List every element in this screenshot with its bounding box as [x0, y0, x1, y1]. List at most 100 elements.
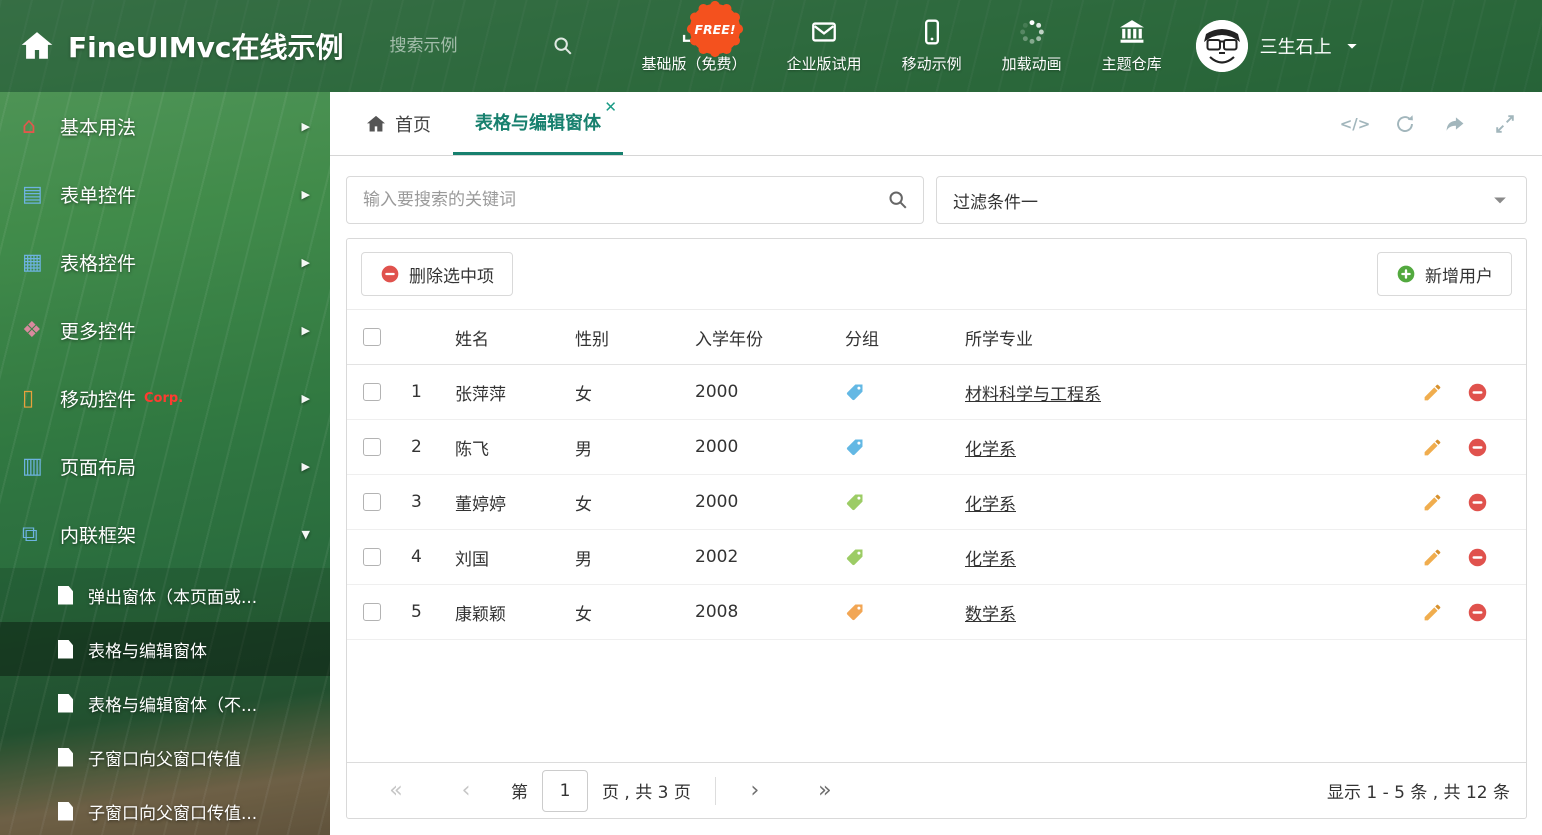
sidebar-submenu-item[interactable]: 表格与编辑窗体 — [0, 622, 330, 676]
delete-icon[interactable] — [1467, 547, 1488, 568]
record-summary: 显示 1 - 5 条 , 共 12 条 — [1326, 783, 1510, 803]
filter-dropdown[interactable]: 过滤条件一 — [936, 176, 1527, 224]
sidebar-menu-item[interactable]: ⧉ 内联框架 — [0, 500, 330, 568]
major-link[interactable]: 化学系 — [965, 435, 1016, 460]
sidebar-submenu-item[interactable]: 表格与编辑窗体（不... — [0, 676, 330, 730]
row-year: 2000 — [695, 492, 739, 512]
user-menu[interactable]: 三生石上 — [1195, 20, 1378, 72]
select-all-checkbox[interactable] — [363, 328, 381, 346]
major-link[interactable]: 材料科学与工程系 — [965, 380, 1101, 405]
home-logo-icon[interactable] — [20, 29, 54, 63]
spinner-icon — [1018, 18, 1046, 46]
sidebar-menu-item[interactable]: ⌂ 基本用法 — [0, 92, 330, 160]
table-row: 4 刘国 男 2002 化学系 — [347, 530, 1526, 585]
row-name: 陈飞 — [455, 439, 489, 460]
edit-icon[interactable] — [1422, 547, 1443, 568]
next-page-button[interactable]: › — [736, 779, 774, 802]
search-icon[interactable] — [552, 35, 574, 57]
row-checkbox[interactable] — [363, 603, 381, 621]
row-name: 康颖颖 — [455, 604, 506, 625]
plus-circle-icon — [1396, 264, 1416, 284]
keyword-input[interactable] — [347, 190, 923, 210]
sidebar-menu: ⌂ 基本用法 ▤ 表单控件 ▦ 表格控件 ❖ 更多控件 — [0, 92, 330, 568]
sidebar-menu-item[interactable]: ▥ 页面布局 — [0, 432, 330, 500]
sidebar-menu-item[interactable]: ▦ 表格控件 — [0, 228, 330, 296]
page-icon — [58, 585, 73, 605]
frame-icon: ⧉ — [22, 521, 38, 547]
major-link[interactable]: 数学系 — [965, 600, 1016, 625]
username: 三生石上 — [1259, 37, 1332, 58]
delete-icon[interactable] — [1467, 382, 1488, 403]
row-name: 刘国 — [455, 549, 489, 570]
major-link[interactable]: 化学系 — [965, 545, 1016, 570]
delete-selected-label: 删除选中项 — [409, 266, 494, 287]
edit-icon[interactable] — [1422, 492, 1443, 513]
header-nav-item[interactable]: 移动示例 — [902, 18, 962, 74]
header-nav-label: 加载动画 — [1001, 55, 1062, 73]
major-link[interactable]: 化学系 — [965, 490, 1016, 515]
grid-panel: 删除选中项 新增用户 姓名 性别 入学年份 分组 所学专业 1 张萍萍 女 20… — [346, 238, 1527, 819]
application-window: FineUIMvc在线示例 FREE! 基础版（免费） 企业 — [0, 0, 1542, 835]
delete-icon[interactable] — [1467, 437, 1488, 458]
page-icon — [58, 639, 73, 659]
layout-icon: ▥ — [22, 453, 43, 479]
sidebar: ⌂ 基本用法 ▤ 表单控件 ▦ 表格控件 ❖ 更多控件 — [0, 92, 330, 835]
tab-grid-edit-window[interactable]: 表格与编辑窗体 ✕ — [453, 92, 623, 155]
free-badge-label: FREE! — [694, 22, 735, 37]
row-checkbox[interactable] — [363, 493, 381, 511]
delete-icon[interactable] — [1467, 492, 1488, 513]
source-code-button[interactable]: </> — [1340, 113, 1371, 135]
close-icon[interactable]: ✕ — [604, 100, 617, 115]
row-index: 2 — [411, 437, 422, 457]
header-nav-item[interactable]: 加载动画 — [1002, 18, 1062, 74]
row-year: 2000 — [695, 437, 739, 457]
row-index: 5 — [411, 602, 422, 622]
edit-icon[interactable] — [1422, 382, 1443, 403]
sidebar-submenu-item[interactable]: 子窗口向父窗口传值 — [0, 730, 330, 784]
tab-home[interactable]: 首页 — [344, 92, 453, 155]
search-icon[interactable] — [887, 189, 909, 211]
row-checkbox[interactable] — [363, 438, 381, 456]
add-user-button[interactable]: 新增用户 — [1377, 252, 1512, 296]
submenu-arrow-icon — [302, 460, 310, 473]
fullscreen-button[interactable] — [1494, 113, 1516, 135]
sidebar-submenu-item[interactable]: 子窗口向父窗口传值... — [0, 784, 330, 835]
row-gender: 女 — [575, 384, 592, 405]
sidebar-item-label: 页面布局 — [60, 456, 137, 479]
share-button[interactable] — [1444, 113, 1466, 135]
edit-icon[interactable] — [1422, 602, 1443, 623]
avatar — [1195, 20, 1248, 72]
workspace: 过滤条件一 删除选中项 新增用户 — [330, 156, 1542, 835]
home-icon: ⌂ — [22, 113, 36, 139]
row-year: 2000 — [695, 382, 739, 402]
filter-row: 过滤条件一 — [346, 176, 1527, 224]
edit-icon[interactable] — [1422, 437, 1443, 458]
sidebar-subitem-label: 子窗口向父窗口传值 — [88, 749, 241, 770]
row-index: 3 — [411, 492, 422, 512]
row-checkbox[interactable] — [363, 383, 381, 401]
sidebar-submenu: 弹出窗体（本页面或... 表格与编辑窗体 表格与编辑窗体（不... 子窗口向父窗… — [0, 568, 330, 835]
sidebar-menu-item[interactable]: ▤ 表单控件 — [0, 160, 330, 228]
sidebar-menu-item[interactable]: ❖ 更多控件 — [0, 296, 330, 364]
prev-page-button[interactable]: ‹ — [447, 779, 485, 802]
first-page-button[interactable]: « — [377, 779, 415, 802]
header-nav-item[interactable]: 企业版试用 — [787, 18, 862, 74]
header-nav-item[interactable]: 主题仓库 — [1102, 18, 1162, 74]
sidebar-submenu-item[interactable]: 弹出窗体（本页面或... — [0, 568, 330, 622]
header-search-input[interactable] — [389, 36, 540, 56]
submenu-arrow-icon — [302, 324, 310, 337]
page-number-input[interactable] — [542, 769, 588, 812]
sidebar-item-label: 更多控件 — [60, 320, 137, 343]
chevron-down-icon — [1494, 197, 1506, 204]
page-icon — [58, 693, 73, 713]
submenu-arrow-icon — [302, 392, 310, 405]
table-body: 1 张萍萍 女 2000 材料科学与工程系 2 陈飞 男 2000 化学系 3 … — [347, 365, 1526, 640]
row-checkbox[interactable] — [363, 548, 381, 566]
mail-icon — [810, 18, 838, 46]
refresh-button[interactable] — [1394, 113, 1416, 135]
filter-dropdown-value: 过滤条件一 — [953, 192, 1038, 213]
delete-selected-button[interactable]: 删除选中项 — [361, 252, 513, 296]
delete-icon[interactable] — [1467, 602, 1488, 623]
sidebar-menu-item[interactable]: ▯ 移动控件 Corp. — [0, 364, 330, 432]
last-page-button[interactable]: » — [806, 779, 844, 802]
